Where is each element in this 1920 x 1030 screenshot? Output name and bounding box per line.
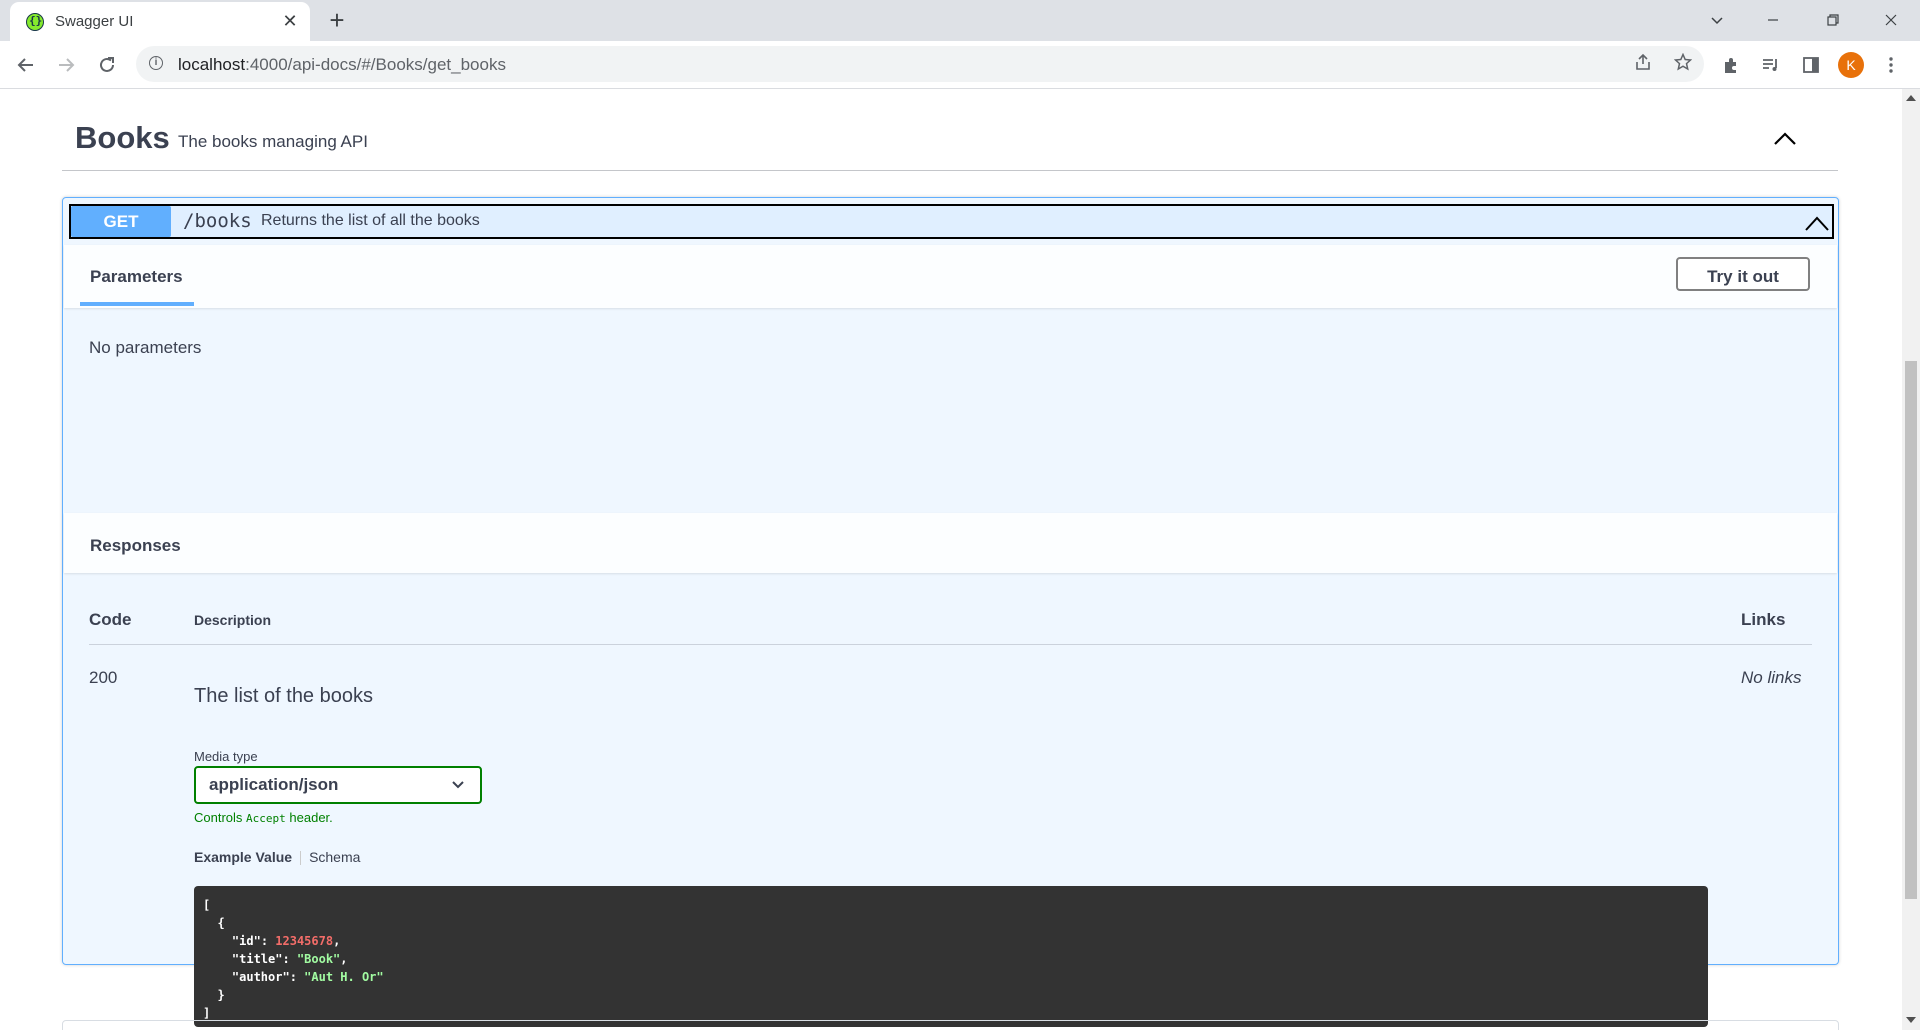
forward-button[interactable] <box>50 49 82 81</box>
new-tab-button[interactable]: + <box>323 6 351 34</box>
column-header-links: Links <box>1741 610 1786 629</box>
profile-avatar[interactable]: K <box>1838 52 1864 78</box>
tag-description: The books managing API <box>178 132 368 151</box>
response-code: 200 <box>89 668 118 687</box>
endpoint-path: /books <box>183 210 252 232</box>
extensions-icon[interactable] <box>1718 52 1744 78</box>
side-panel-icon[interactable] <box>1798 52 1824 78</box>
tab-schema[interactable]: Schema <box>309 849 360 865</box>
tag-section-header[interactable]: Books The books managing API <box>62 108 1838 171</box>
url-text[interactable]: localhost:4000/api-docs/#/Books/get_book… <box>178 55 506 75</box>
share-icon[interactable] <box>1632 53 1654 75</box>
no-parameters-text: No parameters <box>89 338 202 357</box>
chevron-down-icon <box>450 777 466 793</box>
media-type-value: application/json <box>209 775 339 794</box>
restore-button[interactable] <box>1810 0 1856 41</box>
media-type-select[interactable]: application/json <box>194 766 482 804</box>
response-description: The list of the books <box>194 685 373 707</box>
http-method-badge: GET <box>71 206 171 237</box>
reload-button[interactable] <box>91 49 123 81</box>
next-opblock <box>62 1020 1839 1030</box>
response-links: No links <box>1741 668 1802 687</box>
column-header-description: Description <box>194 612 272 628</box>
swagger-page: Books The books managing API GET /books … <box>0 89 1902 1030</box>
responses-title: Responses <box>90 536 181 555</box>
example-tabs: Example Value Schema <box>194 849 360 866</box>
minimize-button[interactable] <box>1750 0 1796 41</box>
menu-kebab-icon[interactable] <box>1878 52 1904 78</box>
get-books-opblock: GET /books Returns the list of all the b… <box>62 197 1839 1027</box>
scroll-up-icon[interactable] <box>1906 95 1916 101</box>
opblock-summary[interactable]: GET /books Returns the list of all the b… <box>69 204 1834 239</box>
scrollbar-thumb[interactable] <box>1905 361 1917 899</box>
page-scrollbar[interactable] <box>1902 89 1920 1030</box>
tab-close-button[interactable]: ✕ <box>278 9 302 33</box>
address-bar[interactable]: i localhost:4000/api-docs/#/Books/get_bo… <box>136 46 1704 82</box>
column-header-code: Code <box>89 610 132 629</box>
media-type-label: Media type <box>194 749 258 764</box>
table-divider <box>89 644 1812 645</box>
scroll-down-icon[interactable] <box>1906 1017 1916 1023</box>
controls-accept-note: Controls Accept header. <box>194 810 333 825</box>
tab-separator <box>300 851 302 866</box>
example-json-codeblock: [ { "id": 12345678, "title": "Book", "au… <box>194 886 1708 1027</box>
parameters-header: Parameters Try it out <box>64 245 1837 308</box>
tab-parameters[interactable]: Parameters <box>90 267 183 287</box>
browser-tab-bar: Swagger UI ✕ + <box>0 0 1920 41</box>
browser-tab[interactable]: Swagger UI ✕ <box>10 2 310 41</box>
media-control-icon[interactable] <box>1758 52 1784 78</box>
back-button[interactable] <box>10 49 42 81</box>
tab-title: Swagger UI <box>55 13 134 30</box>
try-it-out-button[interactable]: Try it out <box>1676 257 1810 291</box>
bookmark-star-icon[interactable] <box>1672 52 1694 75</box>
tab-search-button[interactable] <box>1694 0 1740 41</box>
opblock-chevron-up-icon[interactable] <box>1803 208 1831 236</box>
close-window-button[interactable] <box>1868 0 1914 41</box>
browser-toolbar: i localhost:4000/api-docs/#/Books/get_bo… <box>0 41 1920 89</box>
collapse-chevron-icon[interactable] <box>1770 124 1800 154</box>
tab-example-value[interactable]: Example Value <box>194 849 292 865</box>
tag-name: Books <box>75 120 170 155</box>
site-info-icon[interactable]: i <box>149 56 163 70</box>
tab-active-underline <box>80 302 194 306</box>
endpoint-summary: Returns the list of all the books <box>261 212 480 229</box>
responses-header: Responses <box>64 513 1837 573</box>
swagger-favicon-icon <box>26 13 44 31</box>
